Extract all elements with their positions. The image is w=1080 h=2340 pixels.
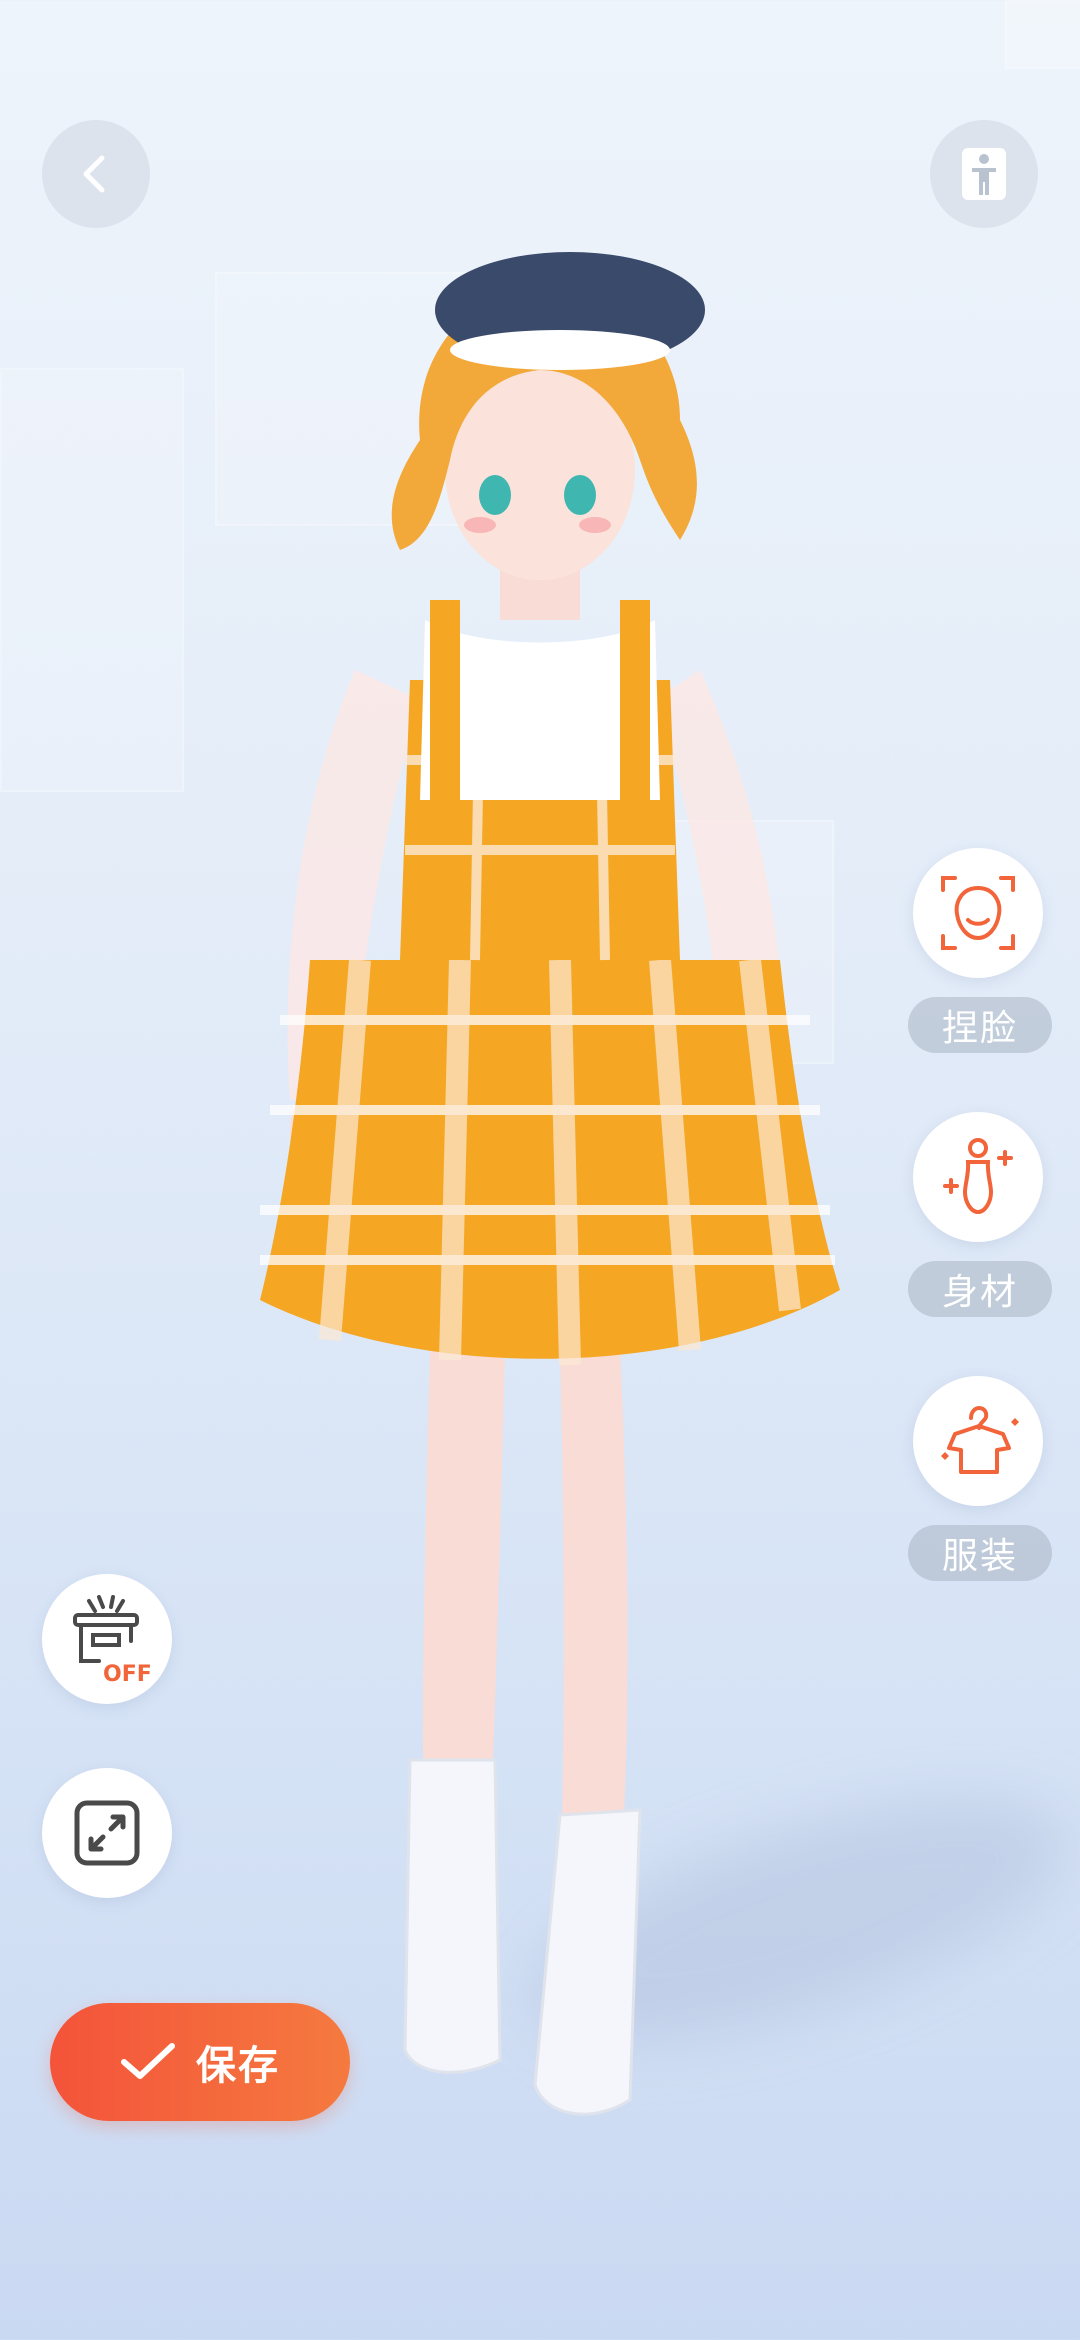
outfit-button[interactable] [913, 1376, 1043, 1506]
face-edit-label: 捏脸 [908, 997, 1052, 1053]
save-button[interactable]: 保存 [50, 2003, 350, 2121]
background-panel [1005, 0, 1080, 69]
background-panel [0, 368, 184, 792]
check-icon [121, 2043, 175, 2079]
save-label: 保存 [196, 2043, 280, 2089]
stage-toggle-button[interactable]: OFF [42, 1574, 172, 1704]
face-edit-button[interactable] [913, 848, 1043, 978]
face-shape-icon [941, 876, 1015, 950]
body-shape-icon [943, 1138, 1013, 1215]
fullscreen-button[interactable] [42, 1768, 172, 1898]
body-edit-label: 身材 [908, 1261, 1052, 1317]
outfit-label: 服装 [908, 1525, 1052, 1581]
pose-button[interactable] [930, 120, 1038, 228]
avatar-model[interactable] [160, 200, 940, 2200]
expand-arrows-icon [74, 1800, 140, 1866]
standing-figure-icon [962, 148, 1006, 200]
chevron-left-icon [83, 155, 105, 193]
stage-light-off-icon: OFF [73, 1595, 152, 1687]
svg-text:OFF: OFF [103, 1662, 152, 1687]
clothing-hanger-icon [941, 1405, 1019, 1474]
back-button[interactable] [42, 120, 150, 228]
body-edit-button[interactable] [913, 1112, 1043, 1242]
